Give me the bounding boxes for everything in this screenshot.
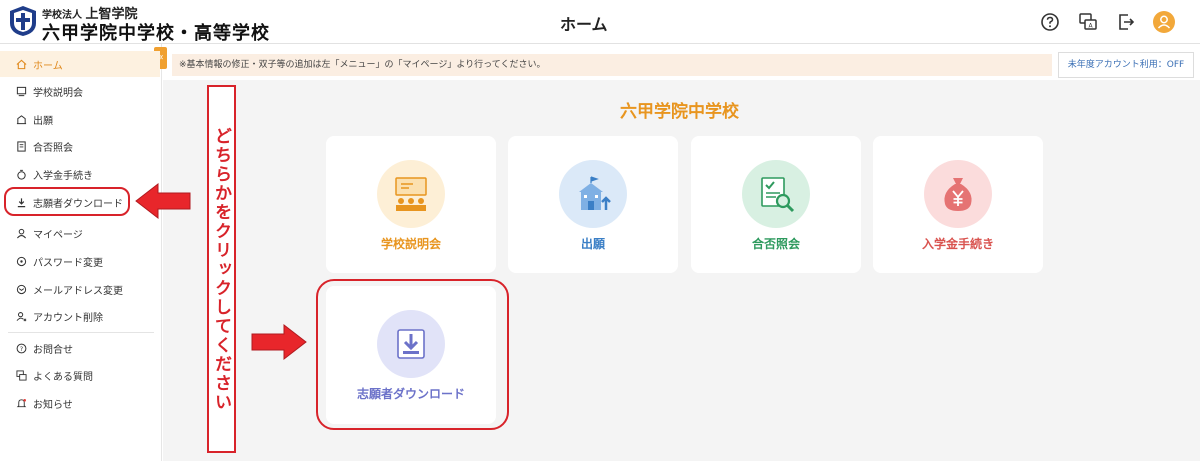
card-enrollment-fee[interactable]: 入学金手続き — [873, 136, 1043, 273]
presentation-icon — [16, 86, 27, 96]
result-icon — [17, 140, 26, 152]
sidebar-item-label: ホーム — [33, 60, 63, 72]
sidebar-item-label: 合否照会 — [33, 142, 73, 154]
faq-icon — [16, 369, 27, 381]
help-icon: ? — [16, 343, 27, 353]
application-icon — [16, 114, 27, 124]
sidebar-item-label: アカウント削除 — [33, 312, 103, 324]
sidebar-item-label: お問合せ — [33, 344, 73, 356]
instruction-callout: どちらかをクリックしてください — [207, 85, 236, 453]
account-usage-toggle[interactable]: 未年度アカウント利用：OFF — [1058, 52, 1194, 78]
school-name: 六甲学院中学校・高等学校 — [42, 23, 270, 44]
sidebar-item-label: マイページ — [33, 229, 83, 241]
school-building-icon — [579, 176, 611, 210]
svg-text:?: ? — [20, 344, 23, 352]
user-icon — [16, 228, 27, 238]
card-result-inquiry[interactable]: 合否照会 — [691, 136, 861, 273]
sidebar-item-label: お知らせ — [33, 399, 73, 411]
delete-user-icon — [16, 311, 27, 321]
left-arrow-icon — [135, 182, 191, 220]
presentation-icon — [395, 177, 427, 211]
password-icon — [16, 256, 27, 266]
sidebar-highlight-box — [4, 187, 130, 216]
sidebar-item-application[interactable]: 出願 — [0, 106, 160, 132]
sidebar-divider — [8, 332, 154, 333]
logout-icon[interactable] — [1116, 12, 1136, 32]
avatar[interactable] — [1153, 11, 1175, 33]
sidebar-item-label: 出願 — [33, 115, 53, 127]
card-school-briefing[interactable]: 学校説明会 — [326, 136, 496, 273]
sidebar-item-label: パスワード変更 — [33, 257, 103, 269]
user-icon — [1157, 15, 1171, 29]
card-icon-circle — [924, 160, 992, 228]
sidebar-item-presentation[interactable]: 学校説明会 — [0, 78, 160, 104]
sidebar-item-home[interactable]: ホーム — [0, 51, 160, 77]
app-header: 学校法人 上智学院 六甲学院中学校・高等学校 ホーム A — [0, 0, 1200, 44]
sidebar-item-result[interactable]: 合否照会 — [0, 133, 160, 159]
school-heading: 六甲学院中学校 — [620, 102, 739, 122]
card-icon-circle — [742, 160, 810, 228]
help-icon[interactable] — [1040, 12, 1060, 32]
sidebar-item-contact[interactable]: ? お問合せ — [0, 335, 160, 361]
sidebar-item-account-delete[interactable]: アカウント削除 — [0, 303, 160, 329]
home-icon — [16, 59, 27, 69]
sidebar-item-mypage[interactable]: マイページ — [0, 220, 160, 246]
sidebar-item-label: メールアドレス変更 — [33, 285, 123, 297]
sidebar-item-password-change[interactable]: パスワード変更 — [0, 248, 160, 274]
money-icon — [17, 169, 26, 180]
sidebar-item-label: 学校説明会 — [33, 87, 83, 99]
sidebar-item-faq[interactable]: よくある質問 — [0, 362, 160, 388]
card-label: 入学金手続き — [921, 237, 994, 251]
sidebar-item-news[interactable]: お知らせ — [0, 390, 160, 416]
card-icon-circle — [559, 160, 627, 228]
mail-icon — [16, 284, 27, 294]
document-search-icon — [761, 177, 795, 213]
card-label: 出願 — [580, 237, 605, 251]
sidebar-item-label: 入学金手続き — [33, 170, 93, 182]
right-arrow-icon — [251, 323, 307, 361]
card-icon-circle — [377, 160, 445, 228]
yen-bag-icon — [944, 178, 972, 211]
page-title: ホーム — [560, 15, 608, 34]
sidebar-item-email-change[interactable]: メールアドレス変更 — [0, 276, 160, 302]
sidebar-item-label: よくある質問 — [33, 371, 93, 383]
card-label: 学校説明会 — [380, 237, 441, 251]
card-label: 合否照会 — [751, 237, 800, 251]
card-highlight-box — [316, 279, 509, 430]
school-crest-icon — [10, 6, 36, 36]
notice-banner: ※基本情報の修正・双子等の追加は左「メニュー」の「マイページ」より行ってください… — [172, 54, 1052, 76]
card-application[interactable]: 出願 — [508, 136, 678, 273]
bell-icon — [16, 398, 27, 407]
faq-icon[interactable]: A — [1078, 12, 1098, 32]
